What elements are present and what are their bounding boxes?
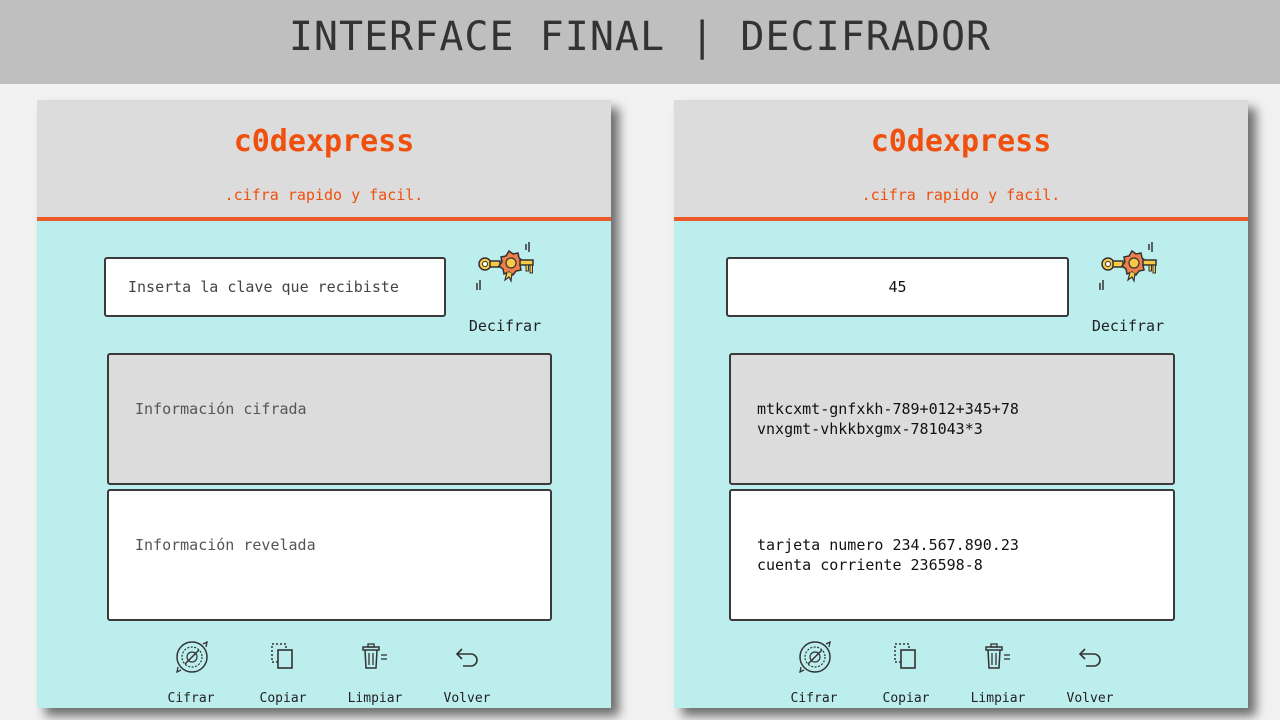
- encrypted-info-placeholder: Información cifrada: [135, 400, 307, 418]
- cipher-wheel-icon: [173, 638, 211, 676]
- key-input-placeholder: Inserta la clave que recibiste: [128, 278, 399, 296]
- clear-button-label: Limpiar: [347, 691, 403, 706]
- decrypt-button-label: Decifrar: [1091, 317, 1165, 335]
- copy-button[interactable]: Copiar: [871, 636, 941, 708]
- copy-button-label: Copiar: [882, 691, 930, 706]
- key-input-value: 45: [888, 278, 907, 296]
- encrypted-info-area[interactable]: mtkcxmt-gnfxkh-789+012+345+78 vnxgmt-vhk…: [729, 353, 1175, 485]
- app-window-empty-state: c0dexpress .cifra rapido y facil. Insert…: [37, 100, 611, 708]
- key-icon: [475, 240, 535, 292]
- key-icon: [1098, 240, 1158, 292]
- clear-button-label: Limpiar: [970, 691, 1026, 706]
- key-input[interactable]: 45: [726, 257, 1069, 317]
- decrypt-button-label: Decifrar: [468, 317, 542, 335]
- cipher-wheel-icon: [796, 638, 834, 676]
- encrypted-info-area[interactable]: Información cifrada: [107, 353, 552, 485]
- encrypt-button[interactable]: Cifrar: [156, 636, 226, 708]
- tagline: .cifra rapido y facil.: [224, 186, 424, 204]
- app-header: c0dexpress .cifra rapido y facil.: [37, 100, 611, 221]
- back-button[interactable]: Volver: [1055, 636, 1125, 708]
- undo-arrow-icon: [1074, 640, 1106, 672]
- trash-icon: [359, 640, 391, 672]
- encrypt-button-label: Cifrar: [167, 691, 215, 706]
- revealed-info-area[interactable]: Información revelada: [107, 489, 552, 621]
- brand-logo-text: c0dexpress: [870, 124, 1052, 159]
- revealed-info-area[interactable]: tarjeta numero 234.567.890.23 cuenta cor…: [729, 489, 1175, 621]
- copy-button-label: Copiar: [259, 691, 307, 706]
- decrypt-button[interactable]: Decifrar: [455, 240, 555, 340]
- trash-icon: [982, 640, 1014, 672]
- brand-logo-text: c0dexpress: [233, 124, 415, 159]
- copy-button[interactable]: Copiar: [248, 636, 318, 708]
- clear-button[interactable]: Limpiar: [963, 636, 1033, 708]
- app-header: c0dexpress .cifra rapido y facil.: [674, 100, 1248, 221]
- back-button[interactable]: Volver: [432, 636, 502, 708]
- copy-icon: [890, 640, 922, 672]
- encrypt-button-label: Cifrar: [790, 691, 838, 706]
- copy-icon: [267, 640, 299, 672]
- encrypt-button[interactable]: Cifrar: [779, 636, 849, 708]
- back-button-label: Volver: [1066, 691, 1114, 706]
- revealed-info-placeholder: Información revelada: [135, 536, 316, 554]
- banner-title: INTERFACE FINAL | DECIFRADOR: [288, 14, 992, 60]
- decrypt-button[interactable]: Decifrar: [1078, 240, 1178, 340]
- top-banner: INTERFACE FINAL | DECIFRADOR: [0, 0, 1280, 84]
- revealed-info-value: tarjeta numero 234.567.890.23 cuenta cor…: [757, 536, 1019, 574]
- key-input[interactable]: Inserta la clave que recibiste: [104, 257, 446, 317]
- encrypted-info-value: mtkcxmt-gnfxkh-789+012+345+78 vnxgmt-vhk…: [757, 400, 1019, 438]
- clear-button[interactable]: Limpiar: [340, 636, 410, 708]
- app-window-filled-state: c0dexpress .cifra rapido y facil. 45 Dec…: [674, 100, 1248, 708]
- undo-arrow-icon: [451, 640, 483, 672]
- back-button-label: Volver: [443, 691, 491, 706]
- tagline: .cifra rapido y facil.: [861, 186, 1061, 204]
